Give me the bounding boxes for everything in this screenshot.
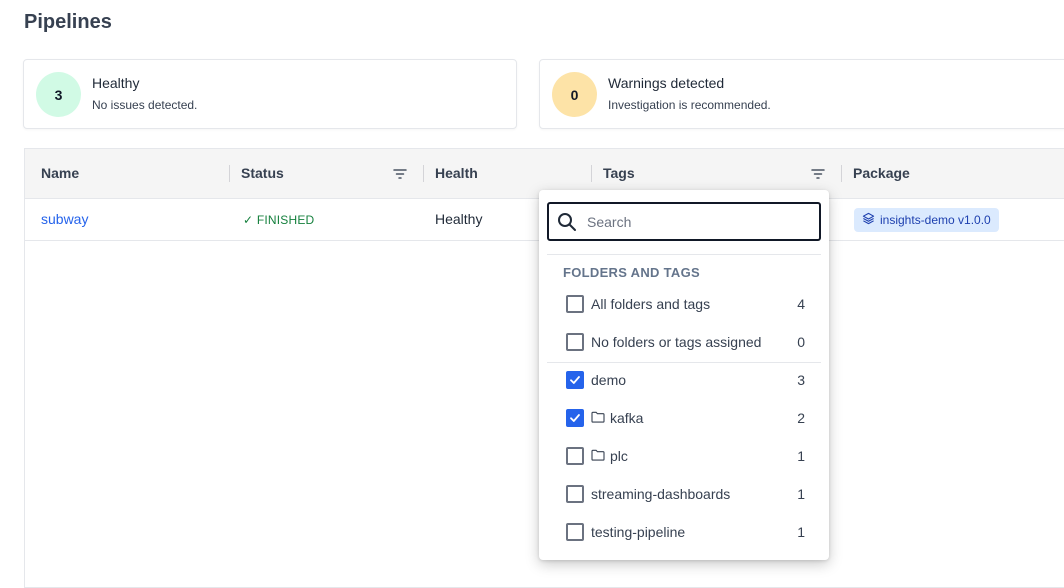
option-label: All folders and tags: [591, 296, 710, 312]
checkbox-checked[interactable]: [566, 409, 584, 427]
option-label: kafka: [591, 410, 643, 426]
option-text: demo: [591, 372, 627, 388]
package-chip[interactable]: insights-demo v1.0.0: [854, 208, 999, 232]
column-separator: [423, 165, 424, 182]
option-count: 1: [797, 448, 805, 464]
checkbox[interactable]: [566, 295, 584, 313]
option-text: No folders or tags assigned: [591, 334, 762, 350]
page-title: Pipelines: [24, 11, 112, 33]
status-filter-icon[interactable]: [393, 167, 407, 179]
dropdown-divider: [547, 362, 821, 363]
folders-tags-section-label: FOLDERS AND TAGS: [563, 265, 700, 280]
healthy-count-badge: 3: [36, 72, 81, 117]
option-text: testing-pipeline: [591, 524, 686, 540]
healthy-title: Healthy: [92, 75, 140, 91]
checkbox[interactable]: [566, 485, 584, 503]
column-header-status[interactable]: Status: [241, 165, 284, 181]
option-label: streaming-dashboards: [591, 486, 730, 502]
column-header-tags[interactable]: Tags: [603, 165, 635, 181]
search-icon: [558, 213, 576, 231]
checkbox[interactable]: [566, 333, 584, 351]
checkbox[interactable]: [566, 447, 584, 465]
column-header-package[interactable]: Package: [853, 165, 910, 181]
option-label: No folders or tags assigned: [591, 334, 761, 350]
option-text: plc: [610, 448, 628, 464]
check-icon: ✓: [243, 213, 254, 227]
column-separator: [841, 165, 842, 182]
tag-filter-option[interactable]: kafka 2: [547, 400, 821, 438]
pipeline-name-link[interactable]: subway: [41, 211, 88, 227]
column-separator: [591, 165, 592, 182]
status-cell: ✓ FINISHED: [243, 213, 314, 227]
folder-icon: [591, 448, 605, 464]
tags-filter-dropdown: FOLDERS AND TAGS All folders and tags 4 No…: [539, 190, 829, 560]
option-count: 2: [797, 410, 805, 426]
tag-search-input[interactable]: [587, 212, 812, 232]
option-count: 4: [797, 296, 805, 312]
option-label: testing-pipeline: [591, 524, 685, 540]
checkbox-checked[interactable]: [566, 371, 584, 389]
option-count: 1: [797, 486, 805, 502]
status-text: FINISHED: [256, 213, 315, 227]
option-text: streaming-dashboards: [591, 486, 731, 502]
warnings-subtitle: Investigation is recommended.: [608, 98, 771, 112]
tag-filter-option[interactable]: streaming-dashboards 1: [547, 476, 821, 514]
option-count: 0: [797, 334, 805, 350]
package-label: insights-demo v1.0.0: [880, 213, 991, 227]
option-count: 3: [797, 372, 805, 388]
tag-filter-option[interactable]: plc 1: [547, 438, 821, 476]
dropdown-divider: [547, 254, 821, 255]
checkbox[interactable]: [566, 523, 584, 541]
warnings-count-badge: 0: [552, 72, 597, 117]
column-header-health[interactable]: Health: [435, 165, 478, 181]
option-text: All folders and tags: [591, 296, 711, 312]
warnings-title: Warnings detected: [608, 75, 725, 91]
tag-filter-option[interactable]: All folders and tags 4: [547, 286, 821, 324]
column-header-name[interactable]: Name: [41, 165, 79, 181]
folder-icon: [591, 410, 605, 426]
option-text: kafka: [610, 410, 644, 426]
tag-filter-option[interactable]: demo 3: [547, 362, 821, 400]
healthy-subtitle: No issues detected.: [92, 98, 198, 112]
column-separator: [229, 165, 230, 182]
health-cell: Healthy: [435, 211, 483, 227]
tags-filter-icon[interactable]: [811, 167, 825, 179]
tag-filter-option[interactable]: testing-pipeline 1: [547, 514, 821, 552]
option-label: plc: [591, 448, 628, 464]
search-box[interactable]: [547, 202, 821, 241]
layers-icon: [862, 212, 875, 228]
option-count: 1: [797, 524, 805, 540]
option-label: demo: [591, 372, 626, 388]
healthy-summary-card: 3 Healthy No issues detected.: [23, 59, 517, 129]
warnings-summary-card: 0 Warnings detected Investigation is rec…: [539, 59, 1064, 129]
tag-filter-option[interactable]: No folders or tags assigned 0: [547, 324, 821, 362]
